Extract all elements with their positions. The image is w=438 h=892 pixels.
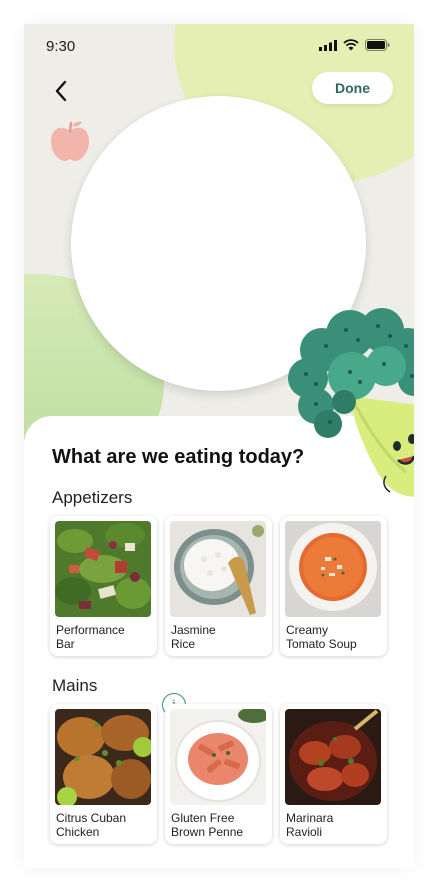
- food-card-label: Performance Bar: [56, 623, 125, 651]
- food-image: [55, 709, 151, 805]
- food-image: [285, 709, 381, 805]
- chevron-left-icon: [55, 80, 67, 102]
- food-image: [170, 521, 266, 617]
- food-card-label: Creamy Tomato Soup: [286, 623, 357, 651]
- food-card-jasmine-rice[interactable]: Jasmine Rice: [165, 516, 272, 656]
- section-title-mains: Mains: [52, 676, 98, 695]
- appetizers-row: Performance Bar Jasmine Rice Creamy Toma…: [50, 516, 387, 656]
- food-image: [170, 709, 266, 805]
- food-card-citrus-cuban-chicken[interactable]: Citrus Cuban Chicken i: [50, 693, 186, 844]
- sheet-title: What are we eating today?: [52, 446, 305, 468]
- wifi-icon: [343, 39, 359, 51]
- signal-icon: [319, 39, 337, 51]
- mains-row: Citrus Cuban Chicken i: [50, 693, 387, 844]
- battery-icon: [365, 39, 390, 51]
- food-card-label: Marinara Ravioli: [286, 811, 334, 839]
- food-card-marinara-ravioli[interactable]: Marinara Ravioli: [280, 704, 387, 844]
- food-card-gluten-free-brown-penne[interactable]: Gluten Free Brown Penne: [165, 704, 272, 844]
- food-card-creamy-tomato-soup[interactable]: Creamy Tomato Soup: [280, 516, 387, 656]
- food-image: [285, 521, 381, 617]
- food-card-performance-bar[interactable]: Performance Bar: [50, 516, 157, 656]
- phone-screen: 9:30 Done What are we eating today? Appe…: [24, 24, 414, 868]
- food-card-label: Jasmine Rice: [171, 623, 216, 651]
- section-title-appetizers: Appetizers: [52, 488, 133, 507]
- food-card-label: Gluten Free Brown Penne: [171, 811, 244, 839]
- food-image: [55, 521, 151, 617]
- status-time: 9:30: [46, 38, 76, 55]
- back-button[interactable]: [46, 76, 76, 106]
- done-button[interactable]: Done: [312, 72, 393, 104]
- status-icons: [319, 39, 390, 51]
- apple-icon: [51, 121, 89, 161]
- status-bar: 9:30: [24, 24, 414, 68]
- broccoli-mascot-icon: [288, 308, 414, 497]
- food-card-label: Citrus Cuban Chicken: [56, 811, 127, 839]
